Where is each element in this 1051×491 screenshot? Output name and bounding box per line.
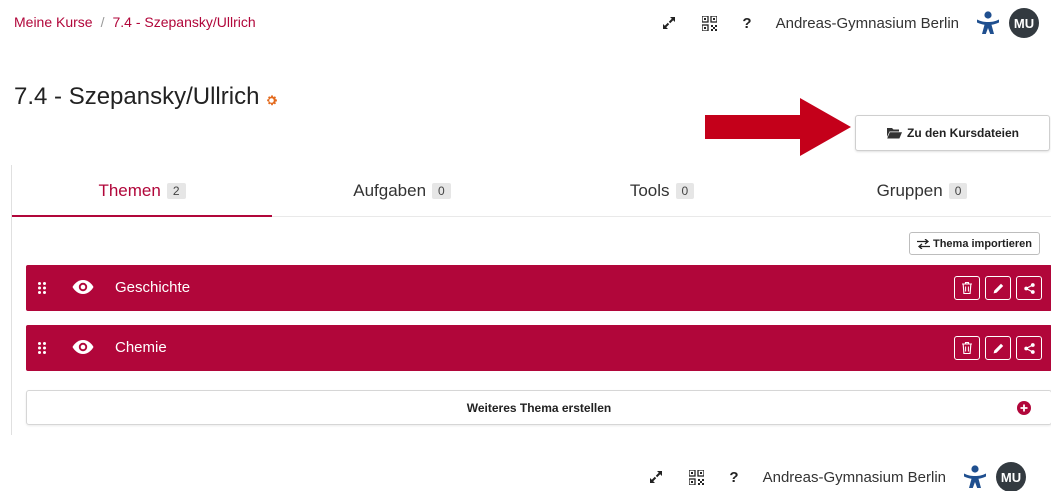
tab-count-badge: 0 [675,182,695,199]
breadcrumb-current-link[interactable]: 7.4 - Szepansky/Ullrich [112,14,255,30]
avatar[interactable]: MU [1009,8,1039,38]
tab-tools[interactable]: Tools 0 [532,165,792,216]
fullscreen-icon[interactable] [658,12,680,34]
qr-code-icon[interactable] [698,12,720,34]
tab-label: Gruppen [876,180,943,200]
pencil-icon[interactable] [985,276,1011,300]
tab-count-badge: 0 [948,182,968,199]
course-files-label: Zu den Kursdateien [906,126,1019,140]
avatar[interactable]: MU [996,462,1026,491]
top-bar: Meine Kurse / 7.4 - Szepansky/Ullrich ? … [0,0,1051,46]
tab-bar: Themen 2 Aufgaben 0 Tools 0 Gruppen 0 [12,165,1051,217]
pencil-icon[interactable] [985,336,1011,360]
tab-themen[interactable]: Themen 2 [12,165,272,217]
qr-code-icon[interactable] [685,466,707,488]
share-icon[interactable] [1016,336,1042,360]
topic-actions [954,276,1042,300]
course-content-card: Themen 2 Aufgaben 0 Tools 0 Gruppen 0 Th… [11,165,1051,435]
course-files-button[interactable]: Zu den Kursdateien [855,115,1050,151]
import-topic-button[interactable]: Thema importieren [909,232,1040,255]
topic-actions [954,336,1042,360]
eye-icon[interactable] [72,279,94,300]
trash-icon[interactable] [954,336,980,360]
breadcrumb-separator: / [100,14,105,30]
gear-icon[interactable] [265,86,278,114]
trash-icon[interactable] [954,276,980,300]
school-logo-icon [975,10,1001,36]
tab-count-badge: 2 [166,182,186,199]
school-name: Andreas-Gymnasium Berlin [775,14,959,32]
folder-open-icon [886,128,902,139]
eye-icon[interactable] [72,339,94,360]
drag-handle-icon[interactable] [38,281,46,299]
fullscreen-icon[interactable] [645,466,667,488]
topic-row[interactable]: Chemie [26,325,1051,371]
breadcrumb-home-link[interactable]: Meine Kurse [14,14,93,30]
tab-count-badge: 0 [432,182,451,199]
header-tools: ? Andreas-Gymnasium Berlin MU [640,6,1039,40]
school-logo-icon [962,464,988,490]
page-title: 7.4 - Szepansky/Ullrich [14,80,278,114]
tab-gruppen[interactable]: Gruppen 0 [792,165,1051,216]
topic-row[interactable]: Geschichte [26,265,1051,311]
breadcrumb: Meine Kurse / 7.4 - Szepansky/Ullrich [14,14,256,30]
topic-name[interactable]: Chemie [115,339,167,356]
help-icon[interactable]: ? [742,15,751,32]
tab-label: Themen [98,180,161,200]
footer-tools: ? Andreas-Gymnasium Berlin MU [627,460,1026,491]
plus-circle-icon [1017,401,1031,418]
school-name: Andreas-Gymnasium Berlin [762,468,946,486]
drag-handle-icon[interactable] [38,341,46,359]
exchange-icon [916,238,930,249]
share-icon[interactable] [1016,276,1042,300]
red-arrow-annotation [705,98,851,156]
page-title-text: 7.4 - Szepansky/Ullrich [14,83,260,110]
topic-name[interactable]: Geschichte [115,279,190,296]
tab-label: Tools [629,180,670,200]
create-topic-button[interactable]: Weiteres Thema erstellen [26,390,1051,425]
tab-label: Aufgaben [353,180,427,200]
import-topic-label: Thema importieren [932,237,1033,250]
tab-aufgaben[interactable]: Aufgaben 0 [272,165,532,216]
help-icon[interactable]: ? [729,469,738,486]
create-topic-label: Weiteres Thema erstellen [466,401,612,415]
